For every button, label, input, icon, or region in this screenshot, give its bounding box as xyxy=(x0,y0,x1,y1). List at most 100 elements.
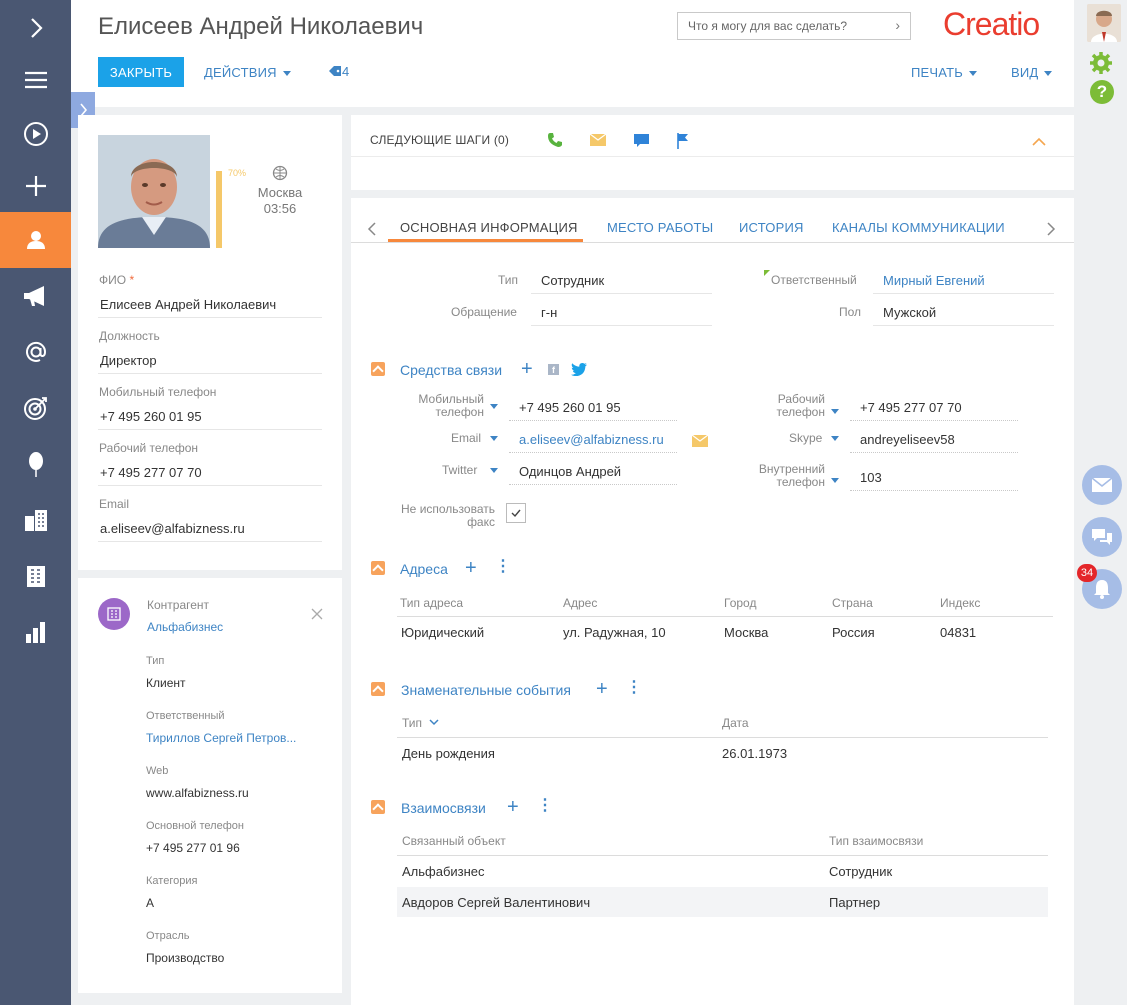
field-underline xyxy=(531,325,712,326)
tab-workplace[interactable]: МЕСТО РАБОТЫ xyxy=(607,220,713,235)
email-panel-button[interactable] xyxy=(1082,465,1122,505)
account-industry-label: Отрасль xyxy=(146,930,190,942)
relations-section-toggle[interactable] xyxy=(371,800,385,814)
tab-main-info[interactable]: ОСНОВНАЯ ИНФОРМАЦИЯ xyxy=(400,220,578,235)
event-date-header[interactable]: Дата xyxy=(722,716,749,730)
add-comm-button[interactable]: + xyxy=(521,359,533,379)
nav-companies-button[interactable] xyxy=(0,548,71,604)
owner-link[interactable]: Мирный Евгений xyxy=(883,273,985,288)
nav-contacts-button[interactable] xyxy=(0,212,71,268)
user-avatar[interactable] xyxy=(1087,4,1121,42)
skype-type-label: Skype xyxy=(789,431,823,445)
internal-phone-field[interactable]: 103 xyxy=(860,470,882,485)
address-type-header[interactable]: Тип адреса xyxy=(400,596,463,610)
completeness-bar xyxy=(216,171,222,248)
close-icon[interactable] xyxy=(311,608,323,620)
table-row[interactable]: Альфабизнес Сотрудник xyxy=(397,856,1048,886)
mobile-type-dropdown-icon[interactable] xyxy=(490,404,498,409)
collapse-chevron-icon[interactable] xyxy=(1032,137,1046,146)
gender-field[interactable]: Мужской xyxy=(883,305,936,320)
nav-campaigns-button[interactable] xyxy=(0,380,71,436)
skype-field[interactable]: andreyeliseev58 xyxy=(860,432,955,447)
comm-section-title[interactable]: Средства связи xyxy=(400,362,502,378)
table-row[interactable]: День рождения 26.01.1973 xyxy=(397,738,1048,768)
relations-menu-icon[interactable]: ⋮ xyxy=(537,798,553,814)
comm-section-toggle[interactable] xyxy=(371,362,385,376)
contact-photo[interactable] xyxy=(98,135,210,248)
nav-add-button[interactable] xyxy=(0,158,71,214)
nav-processes-button[interactable] xyxy=(0,106,71,162)
nav-email-button[interactable] xyxy=(0,324,71,380)
add-address-button[interactable]: + xyxy=(465,558,477,578)
close-button[interactable]: ЗАКРЫТЬ xyxy=(98,57,184,87)
table-row[interactable]: Авдоров Сергей Валентинович Партнер xyxy=(397,887,1048,917)
addresses-menu-icon[interactable]: ⋮ xyxy=(495,559,511,575)
events-section-toggle[interactable] xyxy=(371,682,385,696)
mobile-phone-field[interactable]: +7 495 260 01 95 xyxy=(100,409,202,424)
command-search-input[interactable]: Что я могу для вас сделать? › xyxy=(677,12,911,40)
tabs-next-icon[interactable] xyxy=(1046,222,1056,236)
addresses-section-toggle[interactable] xyxy=(371,561,385,575)
event-type-header[interactable]: Тип xyxy=(402,716,439,730)
address-header[interactable]: Адрес xyxy=(563,596,597,610)
table-row[interactable]: Юридический ул. Радужная, 10 Москва Росс… xyxy=(397,617,1053,647)
type-field[interactable]: Сотрудник xyxy=(541,273,604,288)
position-field[interactable]: Директор xyxy=(100,353,157,368)
work-phone-field[interactable]: +7 495 277 07 70 xyxy=(100,465,202,480)
account-link[interactable]: Альфабизнес xyxy=(147,620,223,634)
addresses-section-title[interactable]: Адреса xyxy=(400,561,448,577)
zip-header[interactable]: Индекс xyxy=(940,596,980,610)
relation-type-header[interactable]: Тип взаимосвязи xyxy=(829,834,923,848)
add-relation-button[interactable]: + xyxy=(507,797,519,817)
email-link[interactable]: a.eliseev@alfabizness.ru xyxy=(519,432,664,447)
events-section-title[interactable]: Знаменательные события xyxy=(401,682,571,698)
nav-analytics-button[interactable] xyxy=(0,604,71,660)
fio-field[interactable]: Елисеев Андрей Николаевич xyxy=(100,297,276,312)
mobile-field[interactable]: +7 495 260 01 95 xyxy=(519,400,621,415)
salutation-field[interactable]: г-н xyxy=(541,305,557,320)
work-phone-label: Рабочий телефон xyxy=(99,441,199,455)
tabs-prev-icon[interactable] xyxy=(367,222,377,236)
nav-menu-button[interactable] xyxy=(0,52,71,108)
email-type-dropdown-icon[interactable] xyxy=(490,436,498,441)
city-header[interactable]: Город xyxy=(724,596,756,610)
tab-history[interactable]: ИСТОРИЯ xyxy=(739,220,804,235)
actions-menu-button[interactable]: ДЕЙСТВИЯ xyxy=(204,65,291,80)
internal-phone-type-dropdown-icon[interactable] xyxy=(831,478,839,483)
contact-photo-image xyxy=(98,135,210,248)
nav-marketing-button[interactable] xyxy=(0,268,71,324)
nav-accounts-button[interactable] xyxy=(0,492,71,548)
help-icon[interactable]: ? xyxy=(1090,80,1114,104)
address-cell: ул. Радужная, 10 xyxy=(563,625,666,640)
flag-icon[interactable] xyxy=(677,133,689,149)
field-underline xyxy=(98,485,322,486)
twitter-icon[interactable] xyxy=(571,363,587,376)
country-header[interactable]: Страна xyxy=(832,596,873,610)
work-phone-field[interactable]: +7 495 277 07 70 xyxy=(860,400,962,415)
twitter-type-dropdown-icon[interactable] xyxy=(490,468,498,473)
events-menu-icon[interactable]: ⋮ xyxy=(626,680,642,696)
account-owner-link[interactable]: Тириллов Сергей Петров... xyxy=(146,731,296,745)
nav-expand-button[interactable] xyxy=(0,0,71,56)
twitter-field[interactable]: Одинцов Андрей xyxy=(519,464,621,479)
phone-icon[interactable] xyxy=(547,132,563,148)
no-fax-checkbox[interactable] xyxy=(506,503,526,523)
view-menu-button[interactable]: ВИД xyxy=(1011,65,1053,80)
tags-button[interactable]: 4 xyxy=(328,64,349,79)
facebook-icon[interactable]: f xyxy=(548,364,559,375)
relations-section-title[interactable]: Взаимосвязи xyxy=(401,800,486,816)
profile-panel: 70% Москва 03:56 ФИО * Елисеев Андрей Ни… xyxy=(78,115,342,570)
email-icon[interactable] xyxy=(590,134,606,146)
send-email-icon[interactable] xyxy=(692,435,708,447)
settings-icon[interactable] xyxy=(1089,51,1113,78)
chat-panel-button[interactable] xyxy=(1082,517,1122,557)
email-field[interactable]: a.eliseev@alfabizness.ru xyxy=(100,521,245,536)
related-object-header[interactable]: Связанный объект xyxy=(402,834,506,848)
tab-communication-channels[interactable]: КАНАЛЫ КОММУНИКАЦИИ xyxy=(832,220,1005,235)
add-event-button[interactable]: + xyxy=(596,679,608,699)
nav-events-button[interactable] xyxy=(0,436,71,492)
work-phone-type-dropdown-icon[interactable] xyxy=(831,409,839,414)
print-menu-button[interactable]: ПЕЧАТЬ xyxy=(911,65,978,80)
message-icon[interactable] xyxy=(634,134,649,148)
skype-type-dropdown-icon[interactable] xyxy=(831,436,839,441)
